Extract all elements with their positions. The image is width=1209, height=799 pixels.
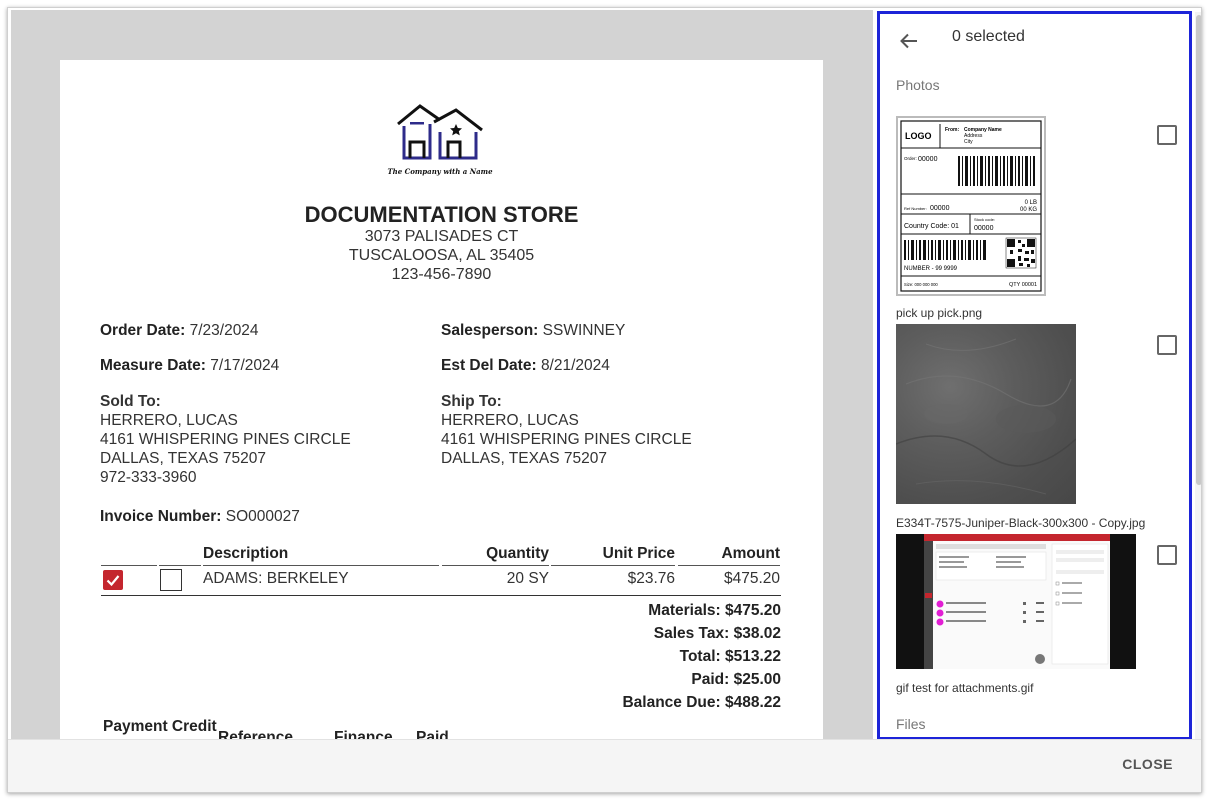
measure-date-field: Measure Date: 7/17/2024 <box>100 357 279 375</box>
ship-to-street: 4161 WHISPERING PINES CIRCLE <box>441 431 692 448</box>
col-header-unit-price: Unit Price <box>551 545 675 566</box>
est-del-date-label: Est Del Date: <box>441 357 537 374</box>
label-qty-text: QTY 00001 <box>1009 282 1037 288</box>
invoice-number-field: Invoice Number: SO000027 <box>100 508 300 526</box>
qr-code <box>1005 237 1037 269</box>
measure-date-label: Measure Date: <box>100 357 206 374</box>
ship-to-block: Ship To: HERRERO, LUCAS 4161 WHISPERING … <box>441 392 692 468</box>
col-header-check <box>159 545 201 566</box>
ship-to-city: DALLAS, TEXAS 75207 <box>441 450 608 467</box>
col-header-amount: Amount <box>678 545 780 566</box>
store-address-line1: 3073 PALISADES CT <box>364 228 519 245</box>
label-logo-text: LOGO <box>905 131 932 141</box>
shipping-label-image: LOGO From: Company Name Address City Ord… <box>900 120 1042 292</box>
files-section-label: Files <box>896 716 926 732</box>
sold-to-name: HERRERO, LUCAS <box>100 412 238 429</box>
est-del-date-field: Est Del Date: 8/21/2024 <box>441 357 610 375</box>
stone-texture-image <box>896 338 1076 495</box>
label-weight-lb: 0 LB <box>1025 200 1037 206</box>
photo-select-checkbox[interactable] <box>1157 125 1177 145</box>
checkmark-icon <box>106 575 120 587</box>
col-header-quantity: Quantity <box>442 545 549 566</box>
materials-total: Materials: $475.20 <box>648 602 781 619</box>
document-preview[interactable]: The Company with a Name DOCUMENTATION ST… <box>11 10 873 739</box>
balance-due: Balance Due: $488.22 <box>622 694 781 711</box>
selected-count: 0 selected <box>952 28 1025 45</box>
label-order-text: Order: <box>904 156 917 161</box>
label-from-text: From: <box>945 127 960 133</box>
label-city-text: City <box>964 139 973 145</box>
panel-scrollbar-thumb[interactable] <box>1196 15 1201 485</box>
app-screenshot-image <box>924 534 1110 669</box>
est-del-date-value: 8/21/2024 <box>540 357 610 374</box>
label-weight-kg: 00 KG <box>1020 207 1037 213</box>
photo-filename: pick up pick.png <box>896 306 983 320</box>
photo-thumbnail[interactable] <box>896 324 1076 504</box>
ship-to-name: HERRERO, LUCAS <box>441 412 579 429</box>
col-header-description: Description <box>203 545 439 566</box>
attachments-panel: 0 selected Photos LOGO From: Company Nam… <box>877 11 1192 740</box>
photo-thumbnail[interactable] <box>896 534 1136 669</box>
row-unit-price: $23.76 <box>627 570 675 587</box>
row-amount: $475.20 <box>723 570 780 587</box>
back-button[interactable] <box>894 26 924 56</box>
photo-filename: gif test for attachments.gif <box>896 681 1034 695</box>
store-address-line2: TUSCALOOSA, AL 35405 <box>348 247 535 264</box>
invoice-number-label: Invoice Number: <box>100 508 222 525</box>
sold-to-phone: 972-333-3960 <box>100 469 197 486</box>
label-number-text: NUMBER - 99 9999 <box>904 266 958 272</box>
label-order-number: 00000 <box>918 156 938 163</box>
payment-paid-header: Paid <box>416 729 449 739</box>
label-ref-text: Ref Number: <box>904 206 927 211</box>
ship-to-label: Ship To: <box>441 393 502 410</box>
label-stock-text: Stock code: <box>974 217 995 222</box>
invoice-page: The Company with a Name DOCUMENTATION ST… <box>60 60 823 739</box>
invoice-number-value: SO000027 <box>225 508 300 525</box>
row-checkbox[interactable] <box>160 569 182 591</box>
label-ref-number: 00000 <box>930 205 950 212</box>
store-name: DOCUMENTATION STORE <box>304 202 579 227</box>
order-date-field: Order Date: 7/23/2024 <box>100 322 259 340</box>
photo-select-checkbox[interactable] <box>1157 545 1177 565</box>
payment-reference-header: Reference <box>218 729 293 739</box>
logo-caption: The Company with a Name <box>387 167 493 176</box>
sold-to-street: 4161 WHISPERING PINES CIRCLE <box>100 431 351 448</box>
arrow-back-icon <box>900 33 917 49</box>
label-country-code: Country Code: 01 <box>904 223 959 230</box>
photo-select-checkbox[interactable] <box>1157 335 1177 355</box>
grand-total: Total: $513.22 <box>679 648 781 665</box>
sold-to-label: Sold To: <box>100 393 161 410</box>
row-description: ADAMS: BERKELEY <box>203 570 349 587</box>
photo-filename: E334T-7575-Juniper-Black-300x300 - Copy.… <box>896 516 1146 530</box>
salesperson-value: SSWINNEY <box>542 322 626 339</box>
row-select-checkbox[interactable] <box>103 570 123 590</box>
measure-date-value: 7/17/2024 <box>210 357 280 374</box>
payment-finance-header: Finance <box>334 729 393 739</box>
paid-total: Paid: $25.00 <box>691 671 781 688</box>
photos-section-label: Photos <box>896 77 940 93</box>
attachments-dialog: The Company with a Name DOCUMENTATION ST… <box>7 7 1202 793</box>
row-quantity: 20 SY <box>506 570 549 587</box>
dialog-footer: CLOSE <box>8 739 1201 792</box>
photo-thumbnail[interactable]: LOGO From: Company Name Address City Ord… <box>896 116 1046 296</box>
salesperson-field: Salesperson: SSWINNEY <box>441 322 625 340</box>
row-divider <box>101 595 781 596</box>
order-date-value: 7/23/2024 <box>189 322 259 339</box>
sold-to-city: DALLAS, TEXAS 75207 <box>100 450 267 467</box>
close-button[interactable]: CLOSE <box>1122 756 1173 772</box>
col-header-select <box>101 545 157 566</box>
sales-tax-total: Sales Tax: $38.02 <box>653 625 781 642</box>
label-size-text: Size: 000 000 000 <box>904 282 938 287</box>
store-phone: 123-456-7890 <box>391 266 492 283</box>
order-date-label: Order Date: <box>100 322 186 339</box>
label-stock-number: 00000 <box>974 225 994 232</box>
payment-credit-header: Payment Credit <box>103 718 217 735</box>
sold-to-block: Sold To: HERRERO, LUCAS 4161 WHISPERING … <box>100 392 351 487</box>
salesperson-label: Salesperson: <box>441 322 539 339</box>
